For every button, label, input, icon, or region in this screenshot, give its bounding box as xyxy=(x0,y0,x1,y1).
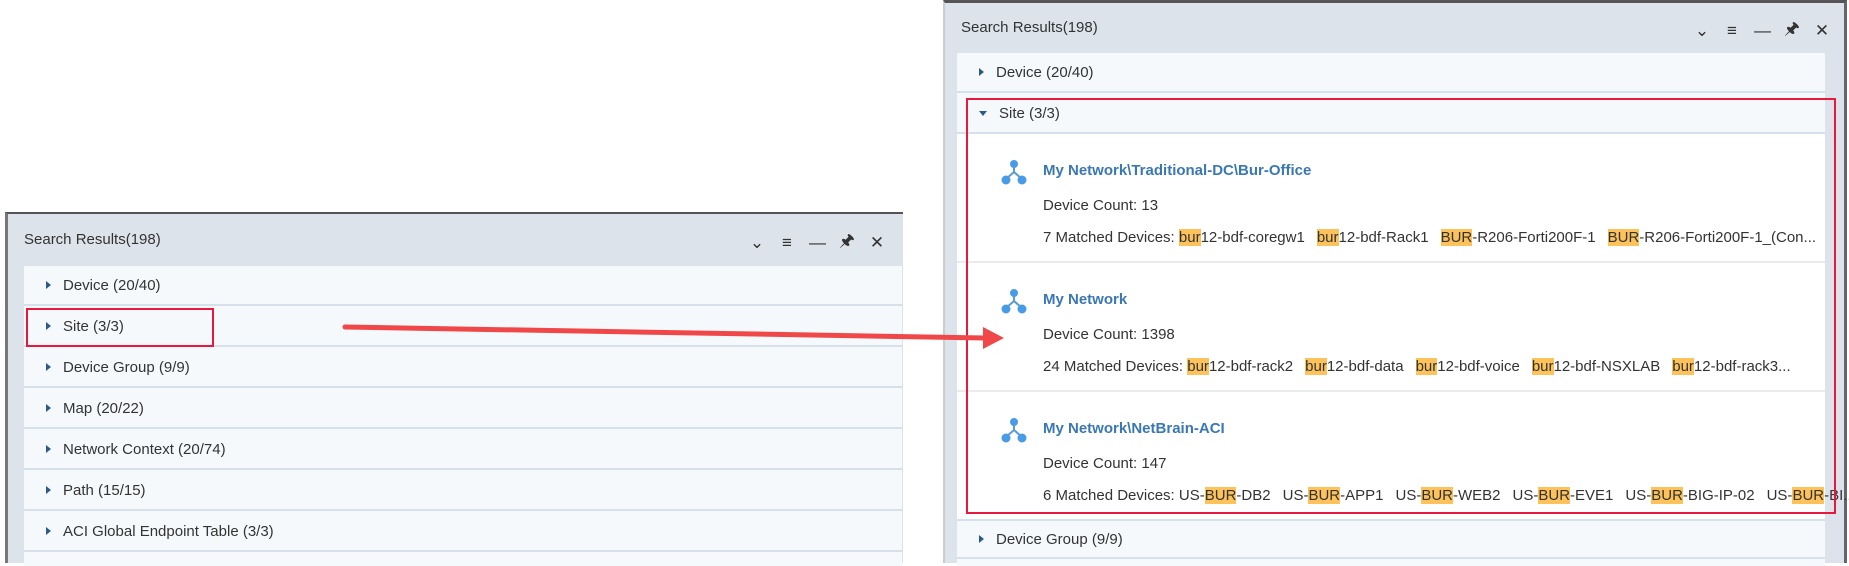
arrow-head xyxy=(983,327,1004,349)
arrow-line xyxy=(342,324,988,341)
annotation-arrow xyxy=(342,324,1004,349)
